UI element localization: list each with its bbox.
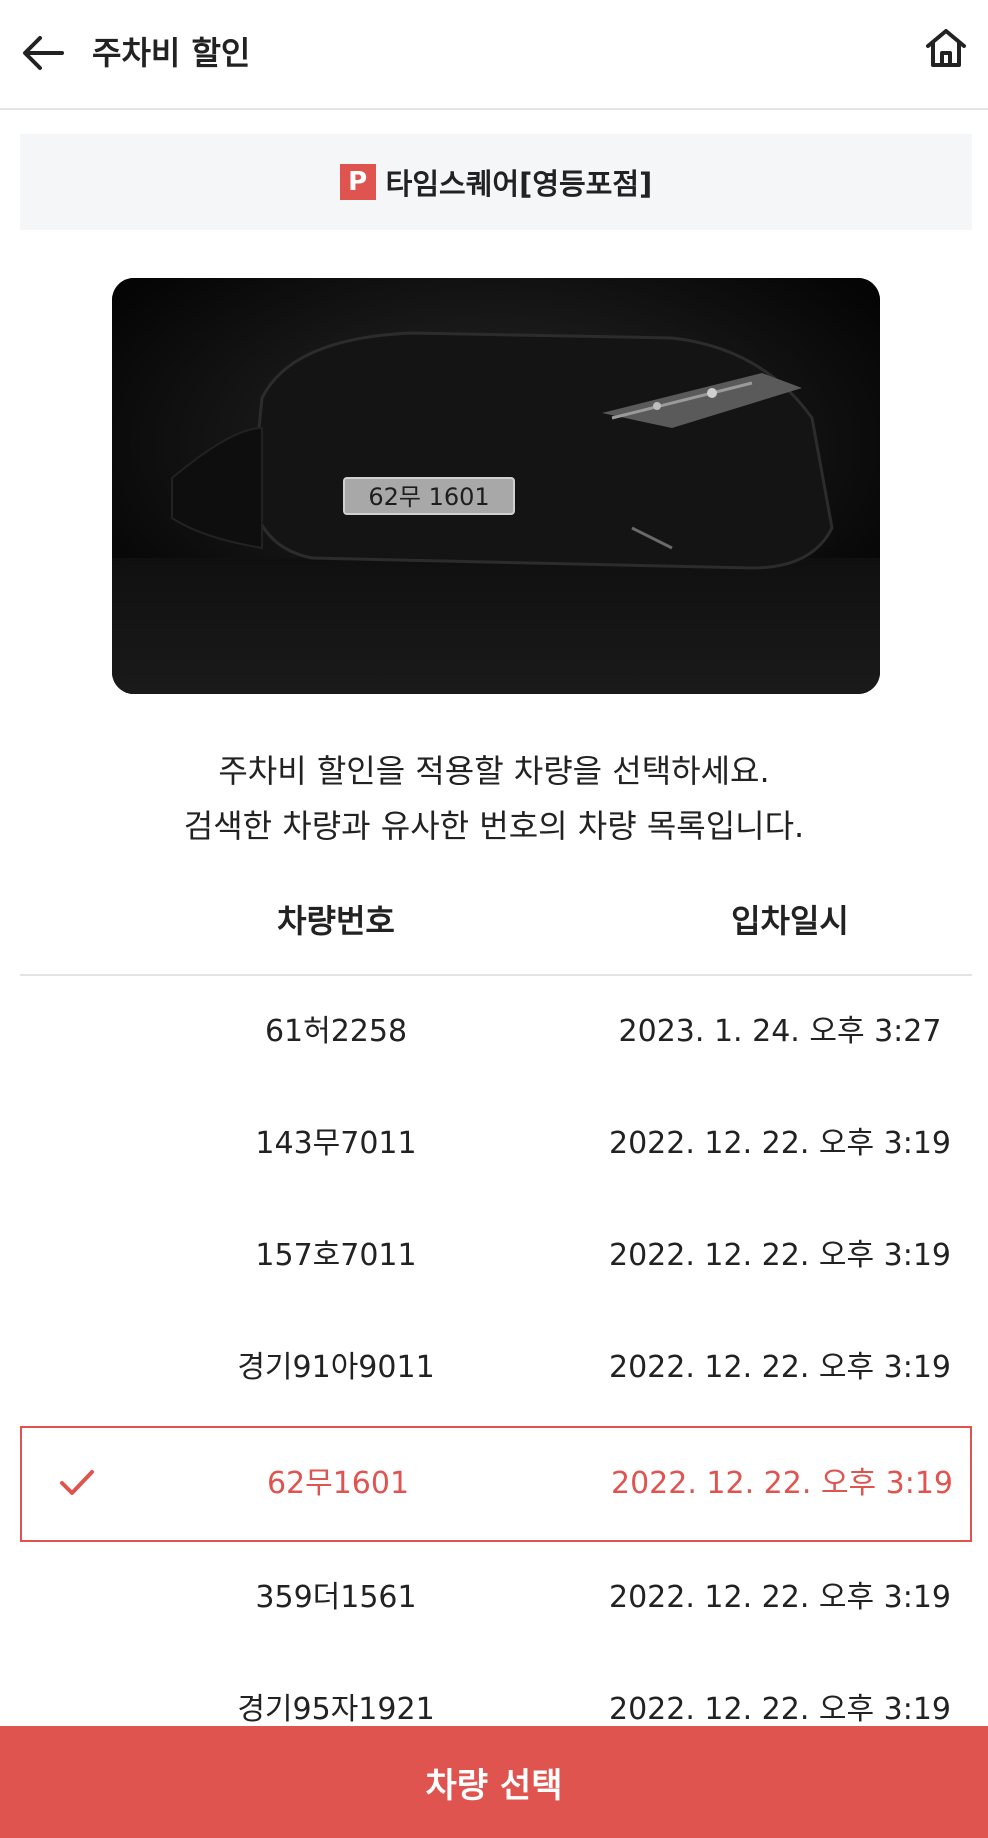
vehicle-plate: 62무1601 xyxy=(266,1466,410,1501)
vehicle-row-selected[interactable]: 62무1601 2022. 12. 22. 오후 3:19 xyxy=(20,1426,972,1542)
instructions: 주차비 할인을 적용할 차량을 선택하세요. 검색한 차량과 유사한 번호의 차… xyxy=(0,744,988,854)
vehicle-list: 61허2258 2023. 1. 24. 오후 3:27 143무7011 20… xyxy=(20,976,972,1726)
column-header-plate: 차량번호 xyxy=(277,902,395,940)
license-plate-text: 62무 1601 xyxy=(368,483,489,511)
column-header-entry-time: 입차일시 xyxy=(731,902,849,940)
vehicle-plate: 61허2258 xyxy=(264,1014,408,1049)
instruction-line-1: 주차비 할인을 적용할 차량을 선택하세요. xyxy=(218,752,770,790)
vehicle-table-header: 차량번호 입차일시 xyxy=(20,892,972,976)
vehicle-plate: 143무7011 xyxy=(255,1126,417,1161)
vehicle-row[interactable]: 경기91아9011 2022. 12. 22. 오후 3:19 xyxy=(20,1312,972,1424)
vehicle-plate: 157호7011 xyxy=(255,1238,417,1273)
vehicle-plate: 경기95자1921 xyxy=(237,1692,435,1726)
arrow-left-icon xyxy=(23,36,64,70)
parking-lot-name: 타임스퀘어[영등포점] xyxy=(385,167,653,201)
instruction-line-2: 검색한 차량과 유사한 번호의 차량 목록입니다. xyxy=(183,807,805,845)
entry-time: 2022. 12. 22. 오후 3:19 xyxy=(610,1466,954,1501)
entry-time: 2022. 12. 22. 오후 3:19 xyxy=(608,1580,952,1615)
select-vehicle-button[interactable]: 차량 선택 xyxy=(0,1726,988,1838)
vehicle-camera-photo: 62무 1601 xyxy=(112,278,880,694)
vehicle-row[interactable]: 359더1561 2022. 12. 22. 오후 3:19 xyxy=(20,1542,972,1654)
entry-time: 2022. 12. 22. 오후 3:19 xyxy=(608,1238,952,1273)
back-button[interactable] xyxy=(18,30,70,76)
page-title: 주차비 할인 xyxy=(92,34,251,72)
vehicle-row[interactable]: 61허2258 2023. 1. 24. 오후 3:27 xyxy=(20,976,972,1088)
vehicle-plate: 359더1561 xyxy=(255,1580,417,1615)
top-app-bar: 주차비 할인 xyxy=(0,0,988,110)
home-icon xyxy=(926,29,966,67)
home-button[interactable] xyxy=(922,24,970,72)
entry-time: 2022. 12. 22. 오후 3:19 xyxy=(608,1350,952,1385)
check-icon xyxy=(60,1470,94,1495)
vehicle-plate: 경기91아9011 xyxy=(237,1350,435,1385)
entry-time: 2023. 1. 24. 오후 3:27 xyxy=(618,1014,942,1049)
entry-time: 2022. 12. 22. 오후 3:19 xyxy=(608,1126,952,1161)
vehicle-row[interactable]: 157호7011 2022. 12. 22. 오후 3:19 xyxy=(20,1200,972,1312)
parking-p-icon: P xyxy=(339,164,376,200)
vehicle-row[interactable]: 143무7011 2022. 12. 22. 오후 3:19 xyxy=(20,1088,972,1200)
parking-lot-banner: P 타임스퀘어[영등포점] xyxy=(20,134,972,230)
vehicle-row[interactable]: 경기95자1921 2022. 12. 22. 오후 3:19 xyxy=(20,1654,972,1726)
entry-time: 2022. 12. 22. 오후 3:19 xyxy=(608,1692,952,1726)
parking-discount-page: 주차비 할인 P 타임스퀘어[영등포점] 62무 1601 주차비 할인을 적용… xyxy=(0,0,988,1838)
